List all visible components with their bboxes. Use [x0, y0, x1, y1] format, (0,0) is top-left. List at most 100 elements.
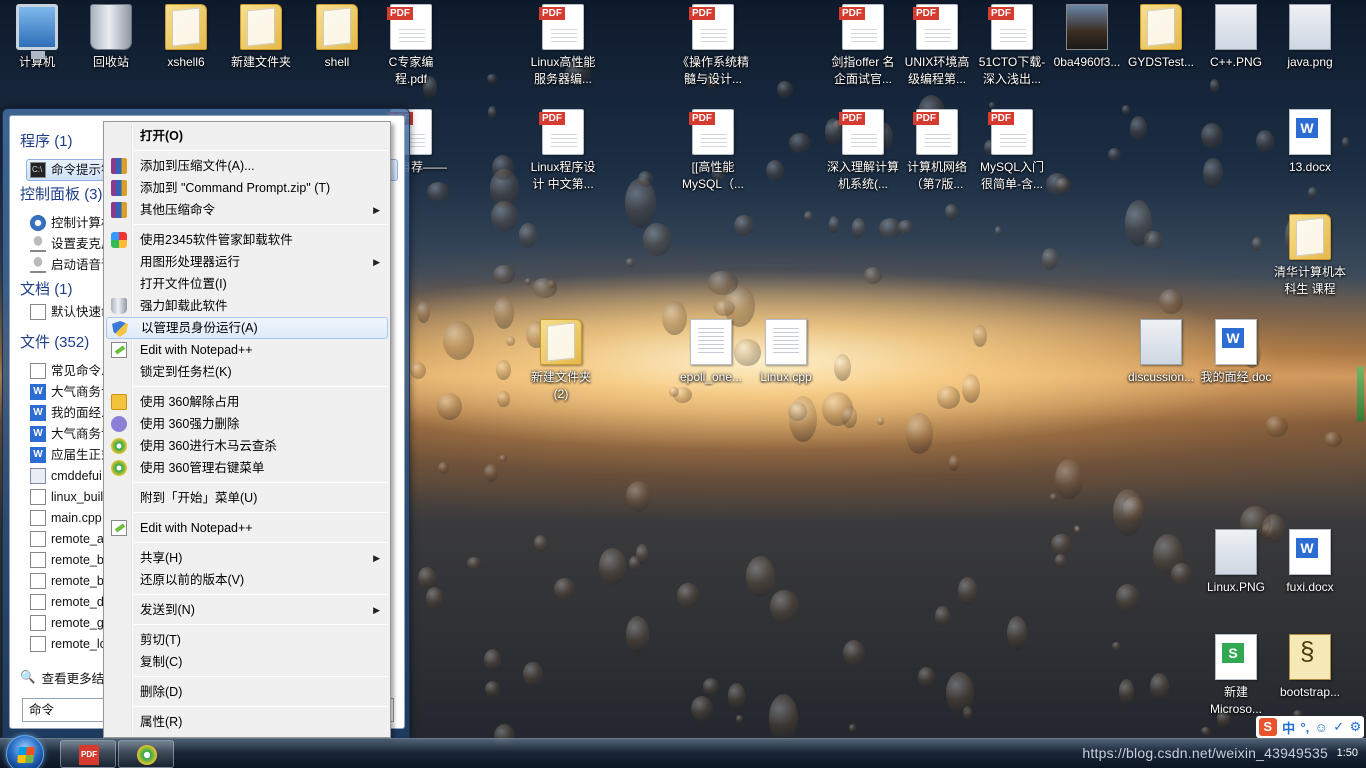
context-menu-item[interactable]: 属性(R) — [106, 711, 388, 733]
ime-emoji[interactable]: ☺ — [1315, 720, 1328, 735]
desktop-icon[interactable]: shell — [300, 4, 374, 71]
desktop-icon[interactable]: epoll_one... — [674, 319, 748, 386]
section-control-panel[interactable]: 控制面板 (3) — [20, 183, 103, 204]
result-file-item[interactable]: W 应届生正式 — [30, 445, 114, 465]
desktop-icon[interactable]: § bootstrap... — [1273, 634, 1347, 701]
desktop-icon[interactable]: PDF Linux高性能服务器编... — [526, 4, 600, 88]
context-menu-item[interactable]: 用图形处理器运行 ▶ — [106, 251, 388, 273]
desktop-icon-label: 清华计算机本科生 课程 — [1273, 265, 1346, 296]
ime-settings-icon[interactable]: ⚙ — [1350, 719, 1362, 735]
desktop-icon[interactable]: PDF 《操作系统精髓与设计... — [676, 4, 750, 88]
context-menu-item[interactable]: 剪切(T) — [106, 629, 388, 651]
raindrop — [486, 74, 498, 83]
uninstall-icon — [111, 298, 127, 314]
desktop-icon[interactable]: Linux.PNG — [1199, 529, 1273, 596]
desktop-icon[interactable]: PDF UNIX环境高级编程第... — [900, 4, 974, 88]
desktop-icon[interactable]: PDF MySQL入门很简单-含... — [975, 109, 1049, 193]
result-control-panel-item[interactable]: 设置麦克风 — [30, 234, 114, 254]
desktop-icon[interactable]: W 我的面经.doc — [1199, 319, 1273, 386]
desktop-icon[interactable]: S 新建 Microso... — [1199, 634, 1273, 718]
result-file-item[interactable]: remote_lc — [30, 634, 106, 654]
desktop-icon[interactable]: PDF 51CTO下载-深入浅出... — [975, 4, 1049, 88]
result-file-item[interactable]: 常见命令.t — [30, 361, 108, 381]
context-menu-item[interactable]: 共享(H) ▶ — [106, 547, 388, 569]
desktop-icon[interactable]: java.png — [1273, 4, 1347, 71]
context-menu-item[interactable]: 添加到 "Command Prompt.zip" (T) — [106, 177, 388, 199]
desktop-icon[interactable]: W 13.docx — [1273, 109, 1347, 176]
folder-icon — [240, 4, 282, 50]
context-menu-item[interactable]: 复制(C) — [106, 651, 388, 673]
desktop-icon[interactable]: GYDSTest... — [1124, 4, 1198, 71]
sogou-icon[interactable]: S — [1258, 718, 1277, 736]
doc-icon — [690, 319, 732, 365]
context-menu-item[interactable]: 使用 360进行木马云查杀 — [106, 435, 388, 457]
context-menu-item[interactable]: 以管理员身份运行(A) — [106, 317, 388, 339]
result-file-item[interactable]: remote_d — [30, 592, 104, 612]
desktop-icon[interactable]: PDF 剑指offer 名企面试官... — [826, 4, 900, 88]
desktop-icon[interactable]: Wfuxi.docx — [1273, 529, 1347, 596]
360-unlock-icon — [111, 394, 127, 410]
result-control-panel-item[interactable]: 控制计算机 — [30, 213, 114, 233]
desktop-icon[interactable]: 0ba4960f3... — [1050, 4, 1124, 71]
context-menu-item[interactable]: 锁定到任务栏(K) — [106, 361, 388, 383]
context-menu-item[interactable]: 删除(D) — [106, 681, 388, 703]
context-menu-item[interactable]: 强力卸载此软件 — [106, 295, 388, 317]
section-title: 文件 — [20, 334, 51, 351]
desktop-icon[interactable]: xshell6 — [149, 4, 223, 71]
desktop-icon-label: C++.PNG — [1209, 55, 1263, 69]
desktop-icon[interactable]: 清华计算机本科生 课程 — [1273, 214, 1347, 298]
result-document[interactable]: 默认快速命 — [30, 302, 114, 322]
desktop-icon[interactable]: 新建文件夹 — [224, 4, 298, 71]
result-file-item[interactable]: W 我的面经.d — [30, 403, 111, 423]
desktop-icon[interactable]: 计算机 — [0, 4, 74, 71]
section-programs[interactable]: 程序 (1) — [20, 130, 73, 151]
start-button[interactable] — [6, 735, 44, 768]
context-menu-item[interactable]: Edit with Notepad++ — [106, 517, 388, 539]
result-label: remote_b — [51, 553, 104, 567]
context-menu-item[interactable]: 其他压缩命令 ▶ — [106, 199, 388, 221]
menu-separator — [134, 624, 388, 625]
result-file-item[interactable]: W 大气商务专 — [30, 424, 114, 444]
section-files[interactable]: 文件 (352) — [20, 331, 89, 352]
context-menu-item[interactable]: 使用 360解除占用 — [106, 391, 388, 413]
context-menu-item[interactable]: 添加到压缩文件(A)... — [106, 155, 388, 177]
desktop-icon[interactable]: 新建文件夹 (2) — [524, 319, 598, 403]
context-menu-item[interactable]: 打开文件位置(I) — [106, 273, 388, 295]
desktop-icon[interactable]: PDF 深入理解计算机系统(... — [826, 109, 900, 193]
desktop-icon[interactable]: PDF 计算机网络（第7版... — [900, 109, 974, 193]
result-file-item[interactable]: remote_a — [30, 529, 104, 549]
desktop-icon[interactable]: PDF C专家编程.pdf — [374, 4, 448, 88]
ime-chinese-mode[interactable]: 中 — [1282, 718, 1295, 737]
desktop-icon[interactable]: C++.PNG — [1199, 4, 1273, 71]
context-menu-item[interactable]: 附到「开始」菜单(U) — [106, 487, 388, 509]
taskbar-360-button[interactable] — [118, 740, 174, 768]
context-menu-item[interactable]: Edit with Notepad++ — [106, 339, 388, 361]
result-file-item[interactable]: W 大气商务专 — [30, 382, 114, 402]
ime-toolbar[interactable]: S 中 °, ☺ ✓ ⚙ — [1256, 716, 1364, 738]
ime-punctuation[interactable]: °, — [1300, 720, 1309, 735]
result-file-item[interactable]: remote_b — [30, 550, 104, 570]
context-menu-item[interactable]: 使用 360管理右键菜单 — [106, 457, 388, 479]
result-command-prompt[interactable]: C:\ 命令提示符 — [30, 160, 114, 180]
section-documents[interactable]: 文档 (1) — [20, 278, 73, 299]
result-file-item[interactable]: cmddefui — [30, 466, 102, 486]
desktop-icon[interactable]: PDF Linux程序设计 中文第... — [526, 109, 600, 193]
result-file-item[interactable]: main.cpp — [30, 508, 102, 528]
pdf-icon: PDF — [387, 4, 432, 50]
result-file-item[interactable]: remote_g — [30, 613, 104, 633]
pdf-icon: PDF — [689, 109, 734, 155]
taskbar-pdf-button[interactable]: PDF — [60, 740, 116, 768]
desktop-icon[interactable]: Linux.cpp — [749, 319, 823, 386]
clock[interactable]: 1:50 — [1337, 747, 1358, 759]
desktop-icon[interactable]: PDF [[高性能MySQL（... — [676, 109, 750, 193]
desktop-icon[interactable]: 回收站 — [74, 4, 148, 71]
desktop-icon[interactable]: discussion... — [1124, 319, 1198, 386]
context-menu-item[interactable]: 使用 360强力删除 — [106, 413, 388, 435]
result-file-item[interactable]: remote_b — [30, 571, 104, 591]
result-file-item[interactable]: linux_buil — [30, 487, 103, 507]
context-menu-item[interactable]: 打开(O) — [106, 125, 388, 147]
context-menu-item[interactable]: 使用2345软件管家卸载软件 — [106, 229, 388, 251]
ime-check[interactable]: ✓ — [1333, 719, 1344, 735]
context-menu-item[interactable]: 还原以前的版本(V) — [106, 569, 388, 591]
context-menu-item[interactable]: 发送到(N) ▶ — [106, 599, 388, 621]
